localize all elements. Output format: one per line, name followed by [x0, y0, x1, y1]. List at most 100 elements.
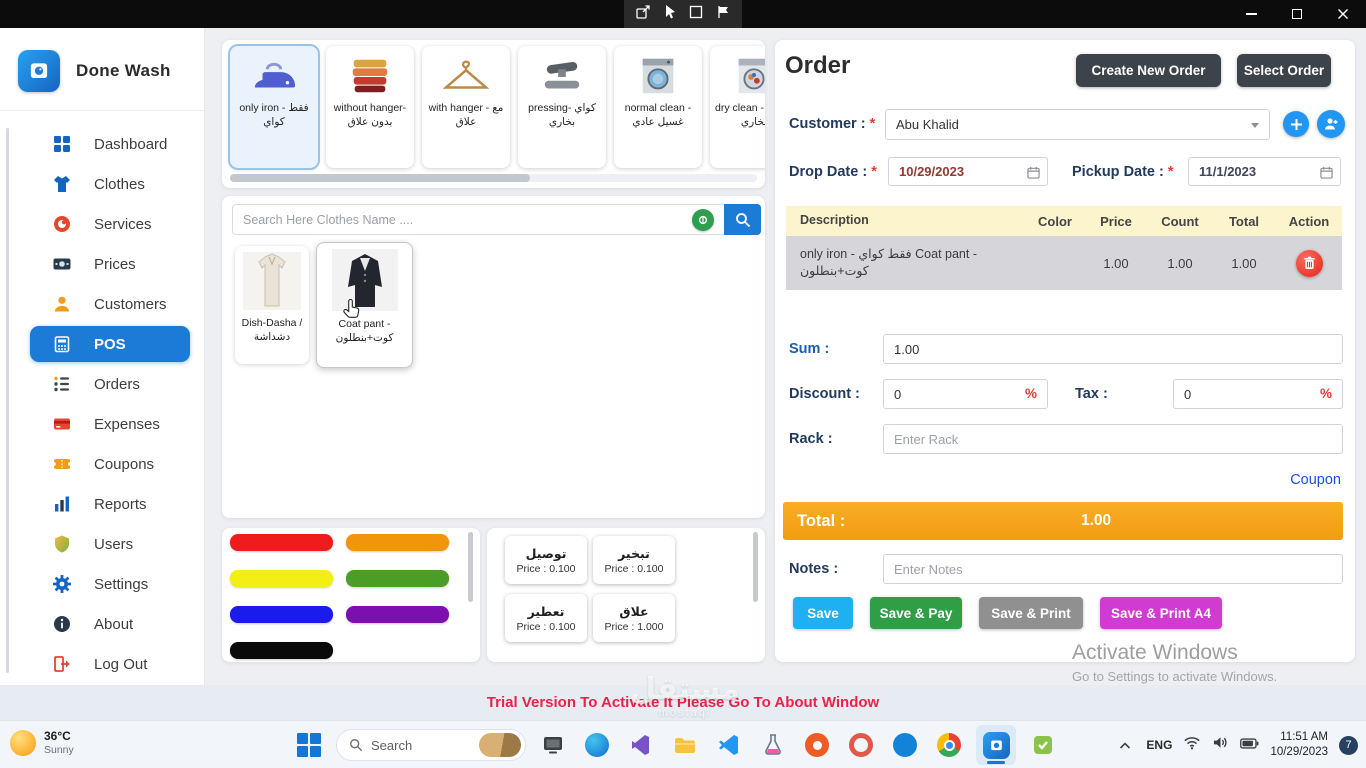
tray-chevron-up-icon[interactable]: [1115, 728, 1135, 762]
color-swatch-green[interactable]: [346, 570, 449, 587]
folded-clothes-image: [347, 52, 393, 100]
minimize-button[interactable]: [1228, 0, 1274, 28]
services-scrollbar-track[interactable]: [230, 174, 757, 182]
calendar-icon[interactable]: [1320, 166, 1333, 182]
save-and-print-a4-button[interactable]: Save & Print A4: [1100, 597, 1222, 629]
rack-input[interactable]: [883, 424, 1343, 454]
create-new-order-button[interactable]: Create New Order: [1076, 54, 1221, 87]
sidebar-item-reports[interactable]: Reports: [0, 484, 204, 524]
battery-icon[interactable]: [1240, 736, 1259, 754]
sidebar-item-prices[interactable]: Prices: [0, 244, 204, 284]
dashboard-grid-icon: [50, 133, 74, 155]
extra-services-panel: توصيل Price : 0.100 تبخير Price : 0.100 …: [487, 528, 765, 662]
extra-card-delivery[interactable]: توصيل Price : 0.100: [505, 536, 587, 584]
taskbar-flask-app-icon[interactable]: [756, 728, 790, 762]
taskbar-visual-studio-icon[interactable]: [624, 728, 658, 762]
extra-price: Price : 1.000: [604, 620, 664, 633]
wifi-icon[interactable]: [1183, 735, 1201, 755]
service-card-only-iron[interactable]: only iron - فقط كواي: [228, 44, 320, 170]
customer-combobox[interactable]: Abu Khalid: [885, 109, 1270, 140]
extra-name: تعطير: [527, 604, 565, 619]
extra-card-steaming[interactable]: تبخير Price : 0.100: [593, 536, 675, 584]
sidebar-item-clothes[interactable]: Clothes: [0, 164, 204, 204]
close-button[interactable]: [1320, 0, 1366, 28]
volume-icon[interactable]: [1212, 735, 1229, 755]
start-button[interactable]: [292, 728, 326, 762]
color-swatch-red[interactable]: [230, 534, 333, 551]
export-icon: [635, 4, 651, 25]
taskbar-done-wash-app-active[interactable]: [976, 725, 1016, 765]
sidebar-item-logout[interactable]: Log Out: [0, 644, 204, 684]
sidebar-item-customers[interactable]: Customers: [0, 284, 204, 324]
taskbar-monitor-app-icon[interactable]: [536, 728, 570, 762]
sidebar-item-pos[interactable]: POS: [30, 326, 190, 362]
color-swatch-blue[interactable]: [230, 606, 333, 623]
taskbar-chrome-icon[interactable]: [932, 728, 966, 762]
calendar-icon[interactable]: [1027, 166, 1040, 182]
color-swatch-yellow[interactable]: [230, 570, 333, 587]
extra-card-hanger[interactable]: علاق Price : 1.000: [593, 594, 675, 642]
taskbar-folder-icon[interactable]: [668, 728, 702, 762]
taskbar-edge-browser-icon[interactable]: [580, 728, 614, 762]
sum-input[interactable]: [883, 334, 1343, 364]
pickup-date-input[interactable]: 11/1/2023: [1188, 157, 1341, 186]
taskbar-orange-app-icon[interactable]: [800, 728, 834, 762]
discount-input[interactable]: [883, 379, 1048, 409]
product-card-coat-pant[interactable]: Coat pant - كوت+بنطلون: [316, 242, 413, 368]
maximize-button[interactable]: [1274, 0, 1320, 28]
color-swatch-orange[interactable]: [346, 534, 449, 551]
language-indicator[interactable]: ENG: [1146, 738, 1172, 752]
sidebar-item-label: Reports: [94, 495, 147, 513]
maximize-icon: [1292, 9, 1302, 19]
taskbar-green-app-icon[interactable]: [1026, 728, 1060, 762]
service-card-normal-clean[interactable]: normal clean - غسيل عادي: [614, 46, 702, 168]
notification-badge[interactable]: 7: [1339, 735, 1358, 755]
search-button[interactable]: [724, 204, 761, 235]
color-swatch-purple[interactable]: [346, 606, 449, 623]
save-button[interactable]: Save: [793, 597, 853, 629]
sidebar-item-settings[interactable]: Settings: [0, 564, 204, 604]
sidebar-item-services[interactable]: Services: [0, 204, 204, 244]
sidebar-item-coupons[interactable]: Coupons: [0, 444, 204, 484]
save-and-print-button[interactable]: Save & Print: [979, 597, 1083, 629]
tax-percent-sign: %: [1320, 386, 1333, 401]
extra-card-perfuming[interactable]: تعطير Price : 0.100: [505, 594, 587, 642]
sidebar-item-orders[interactable]: Orders: [0, 364, 204, 404]
taskbar-red-ring-app-icon[interactable]: [844, 728, 878, 762]
select-order-button[interactable]: Select Order: [1237, 54, 1331, 87]
service-card-pressing[interactable]: pressing- كواي بخاري: [518, 46, 606, 168]
drop-date-input[interactable]: 10/29/2023: [888, 157, 1048, 186]
color-swatch-black[interactable]: [230, 642, 333, 659]
product-card-dishdasha[interactable]: Dish-Dasha / دشداشة: [235, 246, 309, 364]
taskbar-vscode-icon[interactable]: [712, 728, 746, 762]
order-line-item[interactable]: only iron - فقط كواي Coat pant - كوت+بنط…: [786, 236, 1342, 290]
trial-notice-text: Trial Version To Activate It Please Go T…: [486, 694, 880, 711]
green-circle-button[interactable]: [692, 208, 714, 231]
colors-scrollbar[interactable]: [468, 532, 473, 602]
add-customer-button[interactable]: [1283, 111, 1309, 137]
drop-date-label: Drop Date : *: [789, 164, 877, 180]
service-card-without-hanger[interactable]: without hanger- بدون علاق: [326, 46, 414, 168]
sidebar-item-dashboard[interactable]: Dashboard: [0, 124, 204, 164]
sidebar-item-about[interactable]: About: [0, 604, 204, 644]
taskbar-weather-widget[interactable]: 36°C Sunny: [10, 729, 74, 756]
service-card-with-hanger[interactable]: with hanger - مع علاق: [422, 46, 510, 168]
extras-scrollbar[interactable]: [753, 532, 758, 602]
save-and-pay-button[interactable]: Save & Pay: [870, 597, 962, 629]
taskbar-blue-circle-app-icon[interactable]: [888, 728, 922, 762]
customer-list-button[interactable]: [1317, 110, 1345, 138]
coupon-link[interactable]: Coupon: [1290, 472, 1341, 488]
delete-line-button[interactable]: [1295, 249, 1323, 277]
sidebar-item-expenses[interactable]: Expenses: [0, 404, 204, 444]
sidebar-item-users[interactable]: Users: [0, 524, 204, 564]
notes-input[interactable]: [883, 554, 1343, 584]
divider: [0, 110, 204, 111]
services-scrollbar-thumb[interactable]: [230, 174, 530, 182]
gear-icon: [50, 573, 74, 595]
service-card-dry-clean[interactable]: dry clean - غسيل بخاري: [710, 46, 765, 168]
order-table-header: Description Color Price Count Total Acti…: [786, 206, 1342, 236]
taskbar-search-box[interactable]: Search: [336, 729, 526, 761]
tax-input[interactable]: [1173, 379, 1343, 409]
search-input[interactable]: [233, 212, 692, 227]
taskbar-clock[interactable]: 11:51 AM 10/29/2023: [1270, 730, 1328, 760]
